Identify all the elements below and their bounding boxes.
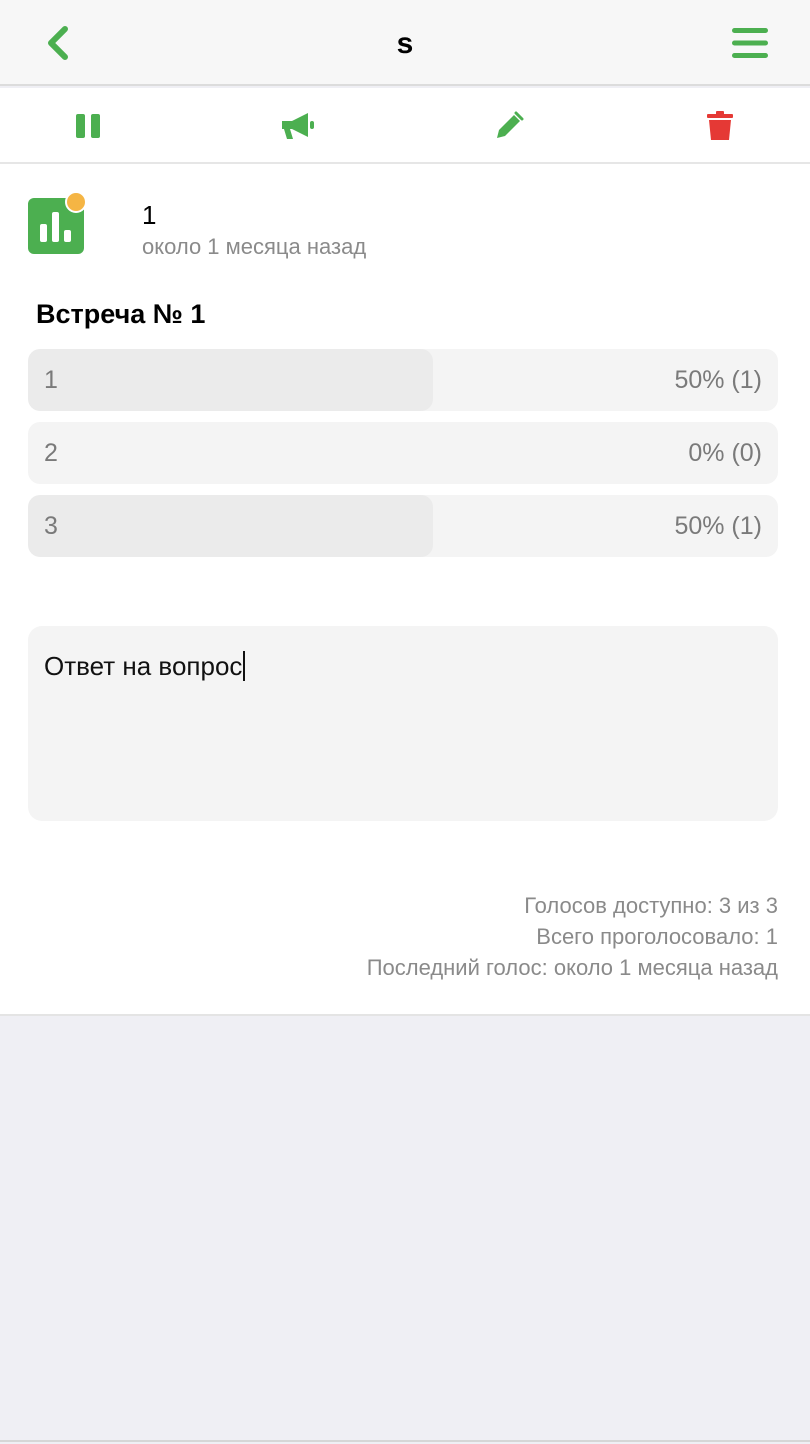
menu-button[interactable]	[726, 22, 774, 64]
announce-button[interactable]	[276, 106, 320, 146]
trash-icon	[707, 111, 733, 140]
pause-button[interactable]	[66, 106, 110, 146]
status-dot	[65, 191, 87, 213]
option-label: 3	[44, 512, 58, 540]
option-result-fill	[28, 495, 433, 557]
last-vote: Последний голос: около 1 месяца назад	[366, 955, 778, 980]
option-result: 0% (0)	[688, 439, 762, 467]
navigation-bar: s	[0, 0, 810, 86]
delete-button[interactable]	[698, 106, 742, 146]
back-button[interactable]	[36, 20, 80, 66]
option-label: 1	[44, 366, 58, 394]
text-cursor	[243, 651, 246, 681]
votes-available: Голосов доступно: 3 из 3	[524, 893, 778, 918]
bottom-divider	[0, 1440, 810, 1442]
poll-option[interactable]: 1 50% (1)	[28, 349, 778, 411]
option-label: 2	[44, 439, 58, 467]
pencil-icon	[497, 111, 524, 138]
poll-question: Встреча № 1	[36, 299, 206, 329]
option-result-fill	[28, 349, 433, 411]
poll-card: 1 около 1 месяца назад Встреча № 1 1 50%…	[0, 164, 810, 1016]
option-result: 50% (1)	[674, 512, 762, 540]
poll-option[interactable]: 3 50% (1)	[28, 495, 778, 557]
answer-text: Ответ на вопрос	[44, 651, 243, 681]
hamburger-menu-icon	[732, 28, 768, 58]
pause-icon	[76, 114, 100, 138]
option-result: 50% (1)	[674, 366, 762, 394]
chevron-left-icon	[48, 26, 68, 60]
poll-author: 1	[142, 200, 157, 230]
edit-button[interactable]	[487, 106, 531, 146]
vote-stats: Голосов доступно: 3 из 3 Всего проголосо…	[367, 890, 778, 983]
poll-option[interactable]: 2 0% (0)	[28, 422, 778, 484]
page-title: s	[396, 27, 414, 60]
poll-timestamp: около 1 месяца назад	[142, 234, 367, 259]
answer-input[interactable]: Ответ на вопрос	[28, 626, 778, 821]
total-voted: Всего проголосовало: 1	[536, 924, 778, 949]
action-toolbar	[0, 88, 810, 164]
megaphone-icon	[282, 113, 314, 139]
